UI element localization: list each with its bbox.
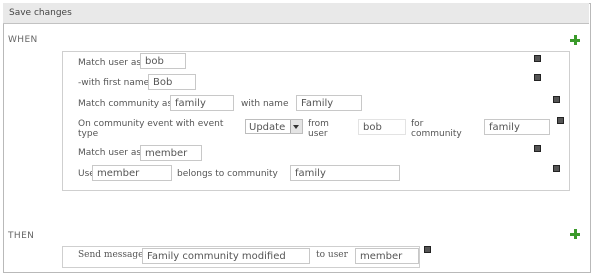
first-name-label: -with first name: [78, 78, 150, 88]
event-type-select[interactable]: Update: [245, 119, 303, 134]
match-community-label: Match community as: [78, 99, 173, 109]
delete-row-icon[interactable]: [557, 117, 564, 124]
first-name-input[interactable]: Bob: [148, 74, 196, 90]
match-user-input[interactable]: bob: [140, 53, 186, 69]
event-type-value: Update: [249, 122, 286, 133]
then-label: THEN: [8, 231, 35, 241]
for-label-line1: for: [411, 119, 424, 129]
event-label-line1: On community event with event: [78, 119, 224, 129]
user-input[interactable]: member: [92, 165, 172, 181]
with-name-label: with name: [241, 99, 289, 109]
save-bar: Save changes: [3, 3, 589, 24]
delete-row-icon[interactable]: [553, 96, 560, 103]
for-label-line2: community: [411, 129, 462, 139]
belongs-community-input[interactable]: family: [290, 165, 400, 181]
match-user-label: Match user as: [78, 58, 142, 68]
match-user-member-input[interactable]: member: [140, 145, 202, 161]
save-changes-link[interactable]: Save changes: [9, 8, 72, 18]
event-user-input[interactable]: bob: [358, 119, 406, 135]
send-message-label: Send message: [78, 250, 144, 260]
when-label: WHEN: [8, 35, 38, 45]
delete-row-icon[interactable]: [534, 55, 541, 62]
delete-row-icon[interactable]: [553, 165, 560, 172]
add-condition-plus-icon[interactable]: [570, 35, 580, 45]
event-label-line2: type: [78, 129, 99, 139]
from-label-line2: user: [308, 129, 328, 139]
delete-action-icon[interactable]: [424, 246, 431, 253]
community-name-input[interactable]: Family: [296, 95, 362, 111]
event-community-input[interactable]: family: [484, 119, 550, 135]
to-user-input[interactable]: member: [355, 248, 419, 264]
to-user-label: to user: [316, 250, 348, 260]
message-input[interactable]: Family community modified: [142, 248, 310, 264]
delete-row-icon[interactable]: [534, 74, 541, 81]
match-community-input[interactable]: family: [170, 95, 234, 111]
add-action-plus-icon[interactable]: [570, 229, 580, 239]
belongs-to-community-label: belongs to community: [177, 169, 278, 179]
chevron-down-icon[interactable]: [290, 120, 302, 133]
from-label-line1: from: [308, 119, 329, 129]
delete-row-icon[interactable]: [534, 145, 541, 152]
match-user-member-label: Match user as: [78, 148, 142, 158]
